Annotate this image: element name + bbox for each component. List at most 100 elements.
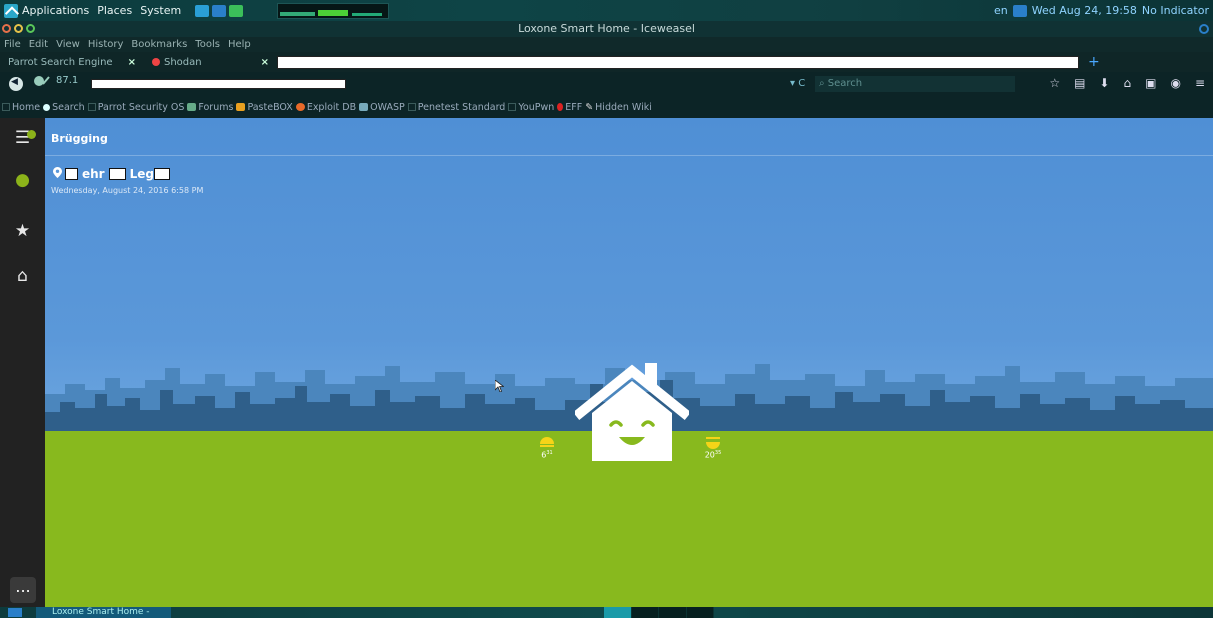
page-icon bbox=[87, 103, 96, 111]
shodan-favicon-icon bbox=[152, 58, 160, 66]
workspace-3[interactable] bbox=[659, 607, 687, 618]
workspace-switcher[interactable] bbox=[604, 607, 714, 618]
reading-list-icon[interactable]: ▤ bbox=[1074, 76, 1085, 90]
back-button[interactable] bbox=[9, 77, 23, 91]
menu-applications[interactable]: Applications bbox=[22, 4, 89, 17]
sunset-value-sup: 35 bbox=[714, 450, 722, 456]
parrot-logo-icon[interactable] bbox=[4, 3, 18, 18]
menu-system[interactable]: System bbox=[140, 4, 181, 17]
bookmark-search[interactable]: Search bbox=[43, 102, 85, 113]
home-icon[interactable]: ⌂ bbox=[0, 266, 45, 286]
workspace-2[interactable] bbox=[631, 607, 659, 618]
close-tab-icon[interactable]: × bbox=[128, 57, 136, 68]
bookmark-label: Forums bbox=[198, 101, 234, 113]
bookmark-label: Exploit DB bbox=[306, 101, 357, 113]
bookmark-label: Parrot Security OS bbox=[97, 101, 185, 113]
bookmark-forums[interactable]: Forums bbox=[187, 102, 233, 113]
bookmark-eff[interactable]: EFF bbox=[557, 102, 582, 113]
eff-icon bbox=[557, 103, 564, 111]
identity-icon[interactable] bbox=[32, 74, 52, 86]
tab-parrot-search[interactable]: Parrot Search Engine × bbox=[0, 52, 144, 72]
menu-tools[interactable]: Tools bbox=[195, 39, 220, 50]
bookmark-star-icon[interactable]: ☆ bbox=[1049, 76, 1060, 90]
search-input[interactable]: ⌕ Search bbox=[815, 76, 1015, 92]
pastebox-icon bbox=[236, 103, 246, 111]
bookmark-label: PasteBOX bbox=[247, 101, 293, 113]
hamburger-menu-icon[interactable]: ≡ bbox=[1195, 76, 1205, 90]
terminal-launcher-icon[interactable] bbox=[212, 4, 227, 17]
close-tab-icon[interactable]: × bbox=[261, 57, 269, 68]
favorites-star-icon[interactable]: ★ bbox=[0, 221, 45, 241]
maximize-window-icon[interactable] bbox=[26, 24, 35, 33]
close-window-icon[interactable] bbox=[2, 24, 11, 33]
new-tab-icon[interactable]: + bbox=[1088, 54, 1100, 70]
sunset-icon bbox=[706, 442, 720, 449]
folder-icon bbox=[2, 103, 10, 111]
redacted-block bbox=[108, 168, 126, 180]
tab-bar: Parrot Search Engine × Shodan × + bbox=[0, 52, 1213, 72]
window-title: Loxone Smart Home - Iceweasel bbox=[518, 22, 695, 35]
window-menu-icon[interactable] bbox=[1199, 24, 1209, 34]
location-part: Leg bbox=[129, 167, 154, 181]
menu-view[interactable]: View bbox=[56, 39, 80, 50]
smiling-house-icon[interactable] bbox=[575, 361, 689, 463]
page-icon bbox=[407, 103, 416, 111]
pocket-icon[interactable]: ▣ bbox=[1145, 76, 1156, 90]
bookmark-owasp[interactable]: OWASP bbox=[359, 102, 405, 113]
reload-icon[interactable]: ▾ C bbox=[790, 78, 805, 89]
keyboard-layout[interactable]: en bbox=[994, 4, 1008, 17]
location-datetime: Wednesday, August 24, 2016 6:58 PM bbox=[51, 186, 204, 195]
wiki-pen-icon: ✎ bbox=[585, 101, 594, 113]
notification-badge bbox=[27, 130, 36, 139]
editor-launcher-icon[interactable] bbox=[229, 4, 244, 17]
bookmarks-toolbar: Home Search Parrot Security OS Forums Pa… bbox=[0, 96, 1213, 118]
menu-help[interactable]: Help bbox=[228, 39, 251, 50]
toolbar-icons: ☆ ▤ ⬇ ⌂ ▣ ◉ ≡ bbox=[1049, 76, 1205, 90]
menu-file[interactable]: File bbox=[4, 39, 21, 50]
search-icon: ⌕ bbox=[819, 78, 828, 89]
owasp-icon bbox=[359, 103, 369, 111]
menu-history[interactable]: History bbox=[88, 39, 124, 50]
browser-menubar: File Edit View History Bookmarks Tools H… bbox=[0, 37, 1213, 52]
home-icon[interactable]: ⌂ bbox=[1123, 76, 1131, 90]
location-part: ehr bbox=[82, 167, 105, 181]
system-monitor-graph[interactable] bbox=[277, 3, 389, 19]
network-icon[interactable] bbox=[1012, 4, 1027, 17]
menu-bookmarks[interactable]: Bookmarks bbox=[131, 39, 187, 50]
bookmark-parrot-security[interactable]: Parrot Security OS bbox=[87, 101, 185, 113]
location-title[interactable]: ehr Leg bbox=[65, 166, 170, 182]
bookmark-penetest-standard[interactable]: Penetest Standard bbox=[407, 102, 505, 113]
sunrise-icon bbox=[540, 437, 554, 444]
menu-edit[interactable]: Edit bbox=[29, 39, 48, 50]
workspace-4[interactable] bbox=[686, 607, 714, 618]
menu-places[interactable]: Places bbox=[97, 4, 132, 17]
tab-label: Shodan bbox=[164, 56, 202, 68]
search-dot-icon bbox=[43, 103, 51, 111]
browser-launcher-icon[interactable] bbox=[195, 4, 210, 17]
loxone-app: ☰ ● ★ ⌂ ... Brügging ehr Leg Wednesday, … bbox=[0, 118, 1213, 607]
download-icon[interactable]: ⬇ bbox=[1099, 76, 1109, 90]
window-titlebar[interactable]: Loxone Smart Home - Iceweasel bbox=[0, 21, 1213, 37]
addon-icon[interactable]: ◉ bbox=[1170, 76, 1180, 90]
tab-shodan[interactable]: Shodan × bbox=[144, 52, 277, 72]
bookmark-home[interactable]: Home bbox=[2, 102, 40, 113]
tab-active-redacted[interactable] bbox=[277, 55, 1079, 69]
bookmark-pastebox[interactable]: PasteBOX bbox=[236, 101, 293, 113]
url-input[interactable]: 87.1 bbox=[56, 75, 78, 86]
location-pin-icon[interactable]: ● bbox=[0, 170, 45, 190]
minimize-window-icon[interactable] bbox=[14, 24, 23, 33]
more-button[interactable]: ... bbox=[10, 577, 36, 603]
bookmark-exploit-db[interactable]: Exploit DB bbox=[295, 101, 357, 113]
bookmark-label: Home bbox=[12, 101, 41, 113]
show-desktop-icon[interactable] bbox=[8, 608, 22, 617]
clock[interactable]: Wed Aug 24, 19:58 bbox=[1032, 4, 1137, 17]
main-scene: Brügging ehr Leg Wednesday, August 24, 2… bbox=[45, 118, 1213, 607]
taskbar-window-item[interactable]: Loxone Smart Home - bbox=[36, 607, 171, 618]
workspace-1[interactable] bbox=[604, 607, 632, 618]
navigation-bar: 87.1 ▾ C ⌕ Search ☆ ▤ ⬇ ⌂ ▣ ◉ ≡ bbox=[0, 72, 1213, 96]
bookmark-youpwn[interactable]: YouPwn bbox=[508, 102, 554, 113]
mouse-cursor-icon bbox=[495, 380, 504, 392]
window-controls bbox=[2, 24, 35, 33]
notifications-menu-icon[interactable]: ☰ bbox=[0, 128, 45, 148]
bookmark-hidden-wiki[interactable]: ✎ Hidden Wiki bbox=[585, 102, 652, 113]
